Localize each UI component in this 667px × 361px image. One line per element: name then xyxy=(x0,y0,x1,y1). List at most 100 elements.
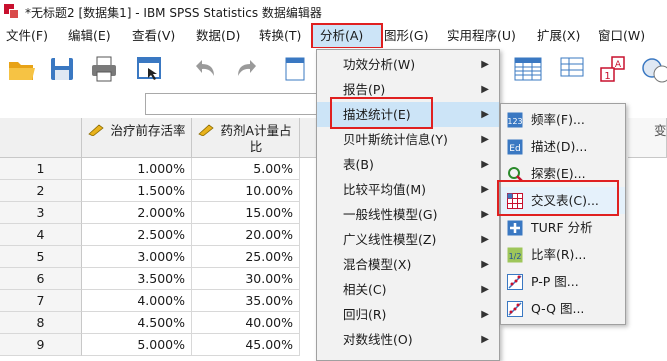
table-cell[interactable]: 1.500% xyxy=(82,180,192,202)
row-header[interactable]: 5 xyxy=(0,246,82,268)
submenu-arrow-icon: ▶ xyxy=(481,134,489,145)
submenu-arrow-icon: ▶ xyxy=(481,59,489,70)
menu-item-pp-plot[interactable]: P-P 图... xyxy=(501,268,625,295)
menu-transform[interactable]: 转换(T) xyxy=(259,24,301,48)
menu-item-qq-plot[interactable]: Q-Q 图... xyxy=(501,295,625,322)
descriptives-icon: Ed xyxy=(507,139,523,155)
column-header-label: 治疗前存活率 xyxy=(110,123,186,138)
column-header-label: 药剂A计量占比 xyxy=(220,123,292,154)
spss-app-icon xyxy=(4,4,20,20)
menu-item-frequencies[interactable]: 123 频率(F)... xyxy=(501,106,625,133)
menu-item-descriptives[interactable]: Ed 描述(D)... xyxy=(501,133,625,160)
menu-item-explore[interactable]: 探索(E)... xyxy=(501,160,625,187)
title-bar: *无标题2 [数据集1] - IBM SPSS Statistics 数据编辑器 xyxy=(0,0,667,24)
menu-item-generalized-linear-model[interactable]: 广义线性模型(Z) ▶ xyxy=(317,227,499,252)
table-cell[interactable]: 4.000% xyxy=(82,290,192,312)
table-cell[interactable]: 10.00% xyxy=(192,180,300,202)
menu-item-descriptive-statistics[interactable]: 描述统计(E) ▶ xyxy=(317,102,499,127)
table-cell[interactable]: 35.00% xyxy=(192,290,300,312)
data-grid-icon[interactable] xyxy=(512,54,544,84)
menu-item-loglinear[interactable]: 对数线性(O) ▶ xyxy=(317,327,499,352)
descriptive-statistics-submenu: 123 频率(F)... Ed 描述(D)... 探索(E)... 交叉表(C)… xyxy=(500,103,626,325)
row-header[interactable]: 9 xyxy=(0,334,82,356)
frequencies-icon: 123 xyxy=(507,112,523,128)
table-cell[interactable]: 25.00% xyxy=(192,246,300,268)
svg-text:1: 1 xyxy=(604,71,610,82)
menu-graphs[interactable]: 图形(G) xyxy=(384,24,428,48)
qq-plot-icon xyxy=(507,301,523,317)
menu-item-turf-analysis[interactable]: TURF 分析 xyxy=(501,214,625,241)
table-cell[interactable]: 5.00% xyxy=(192,158,300,180)
submenu-arrow-icon: ▶ xyxy=(481,109,489,120)
menu-item-correlate[interactable]: 相关(C) ▶ xyxy=(317,277,499,302)
table-cell[interactable]: 15.00% xyxy=(192,202,300,224)
table-cell[interactable]: 3.500% xyxy=(82,268,192,290)
row-header[interactable]: 1 xyxy=(0,158,82,180)
menu-window[interactable]: 窗口(W) xyxy=(598,24,645,48)
row-header[interactable]: 7 xyxy=(0,290,82,312)
table-cell[interactable]: 2.500% xyxy=(82,224,192,246)
row-header[interactable]: 4 xyxy=(0,224,82,246)
menu-item-tables[interactable]: 表(B) ▶ xyxy=(317,152,499,177)
pp-plot-icon xyxy=(507,274,523,290)
row-header[interactable]: 2 xyxy=(0,180,82,202)
table-cell[interactable]: 4.500% xyxy=(82,312,192,334)
table-cell[interactable]: 2.000% xyxy=(82,202,192,224)
menu-file[interactable]: 文件(F) xyxy=(6,24,48,48)
table-cell[interactable]: 1.000% xyxy=(82,158,192,180)
ratio-icon: 1/2 xyxy=(507,247,523,263)
use-sets-icon[interactable] xyxy=(638,54,667,84)
menu-item-crosstabs[interactable]: 交叉表(C)... xyxy=(501,187,625,214)
cell-value-field[interactable] xyxy=(145,93,325,115)
table-cell[interactable]: 20.00% xyxy=(192,224,300,246)
svg-text:A: A xyxy=(615,60,622,70)
menu-item-compare-means[interactable]: 比较平均值(M) ▶ xyxy=(317,177,499,202)
goto-case-icon[interactable] xyxy=(284,54,306,84)
scale-variable-icon xyxy=(88,124,104,136)
recall-dialog-icon[interactable] xyxy=(134,54,166,84)
open-folder-icon[interactable] xyxy=(6,54,38,84)
submenu-arrow-icon: ▶ xyxy=(481,309,489,320)
submenu-arrow-icon: ▶ xyxy=(481,334,489,345)
undo-icon[interactable] xyxy=(188,54,220,84)
menu-utilities[interactable]: 实用程序(U) xyxy=(447,24,516,48)
analyze-menu: 功效分析(W) ▶ 报告(P) ▶ 描述统计(E) ▶ 贝叶斯统计信息(Y) ▶ 表(B… xyxy=(316,49,500,361)
menu-item-general-linear-model[interactable]: 一般线性模型(G) ▶ xyxy=(317,202,499,227)
split-file-icon[interactable] xyxy=(558,54,590,84)
svg-text:123: 123 xyxy=(507,117,522,126)
menu-item-reports[interactable]: 报告(P) ▶ xyxy=(317,77,499,102)
submenu-arrow-icon: ▶ xyxy=(481,159,489,170)
column-header-pre-survival[interactable]: 治疗前存活率 xyxy=(82,118,192,158)
menu-bar: 文件(F) 编辑(E) 查看(V) 数据(D) 转换(T) 分析(A) 图形(G… xyxy=(0,24,667,48)
window-title: *无标题2 [数据集1] - IBM SPSS Statistics 数据编辑器 xyxy=(25,5,322,20)
table-cell[interactable]: 3.000% xyxy=(82,246,192,268)
column-header-drug-a-ratio[interactable]: 药剂A计量占比 xyxy=(192,118,300,158)
menu-extensions[interactable]: 扩展(X) xyxy=(537,24,580,48)
menu-data[interactable]: 数据(D) xyxy=(196,24,240,48)
row-header[interactable]: 3 xyxy=(0,202,82,224)
submenu-arrow-icon: ▶ xyxy=(481,84,489,95)
menu-item-power-analysis[interactable]: 功效分析(W) ▶ xyxy=(317,52,499,77)
menu-view[interactable]: 查看(V) xyxy=(132,24,175,48)
turf-icon xyxy=(507,220,523,236)
table-cell[interactable]: 30.00% xyxy=(192,268,300,290)
table-cell[interactable]: 5.000% xyxy=(82,334,192,356)
value-labels-icon[interactable]: A 1 xyxy=(598,54,630,84)
row-header[interactable]: 6 xyxy=(0,268,82,290)
table-cell[interactable]: 45.00% xyxy=(192,334,300,356)
grid-corner xyxy=(0,118,82,158)
row-header[interactable]: 8 xyxy=(0,312,82,334)
menu-item-bayesian[interactable]: 贝叶斯统计信息(Y) ▶ xyxy=(317,127,499,152)
menu-item-ratio[interactable]: 1/2 比率(R)... xyxy=(501,241,625,268)
column-header-label: 变 xyxy=(654,123,667,138)
column-header-empty[interactable]: 变 xyxy=(628,118,667,158)
menu-item-mixed-models[interactable]: 混合模型(X) ▶ xyxy=(317,252,499,277)
menu-item-regression[interactable]: 回归(R) ▶ xyxy=(317,302,499,327)
print-icon[interactable] xyxy=(88,54,120,84)
menu-edit[interactable]: 编辑(E) xyxy=(68,24,111,48)
redo-icon[interactable] xyxy=(232,54,264,84)
submenu-arrow-icon: ▶ xyxy=(481,234,489,245)
table-cell[interactable]: 40.00% xyxy=(192,312,300,334)
save-icon[interactable] xyxy=(46,54,78,84)
menu-analyze[interactable]: 分析(A) xyxy=(312,24,382,48)
